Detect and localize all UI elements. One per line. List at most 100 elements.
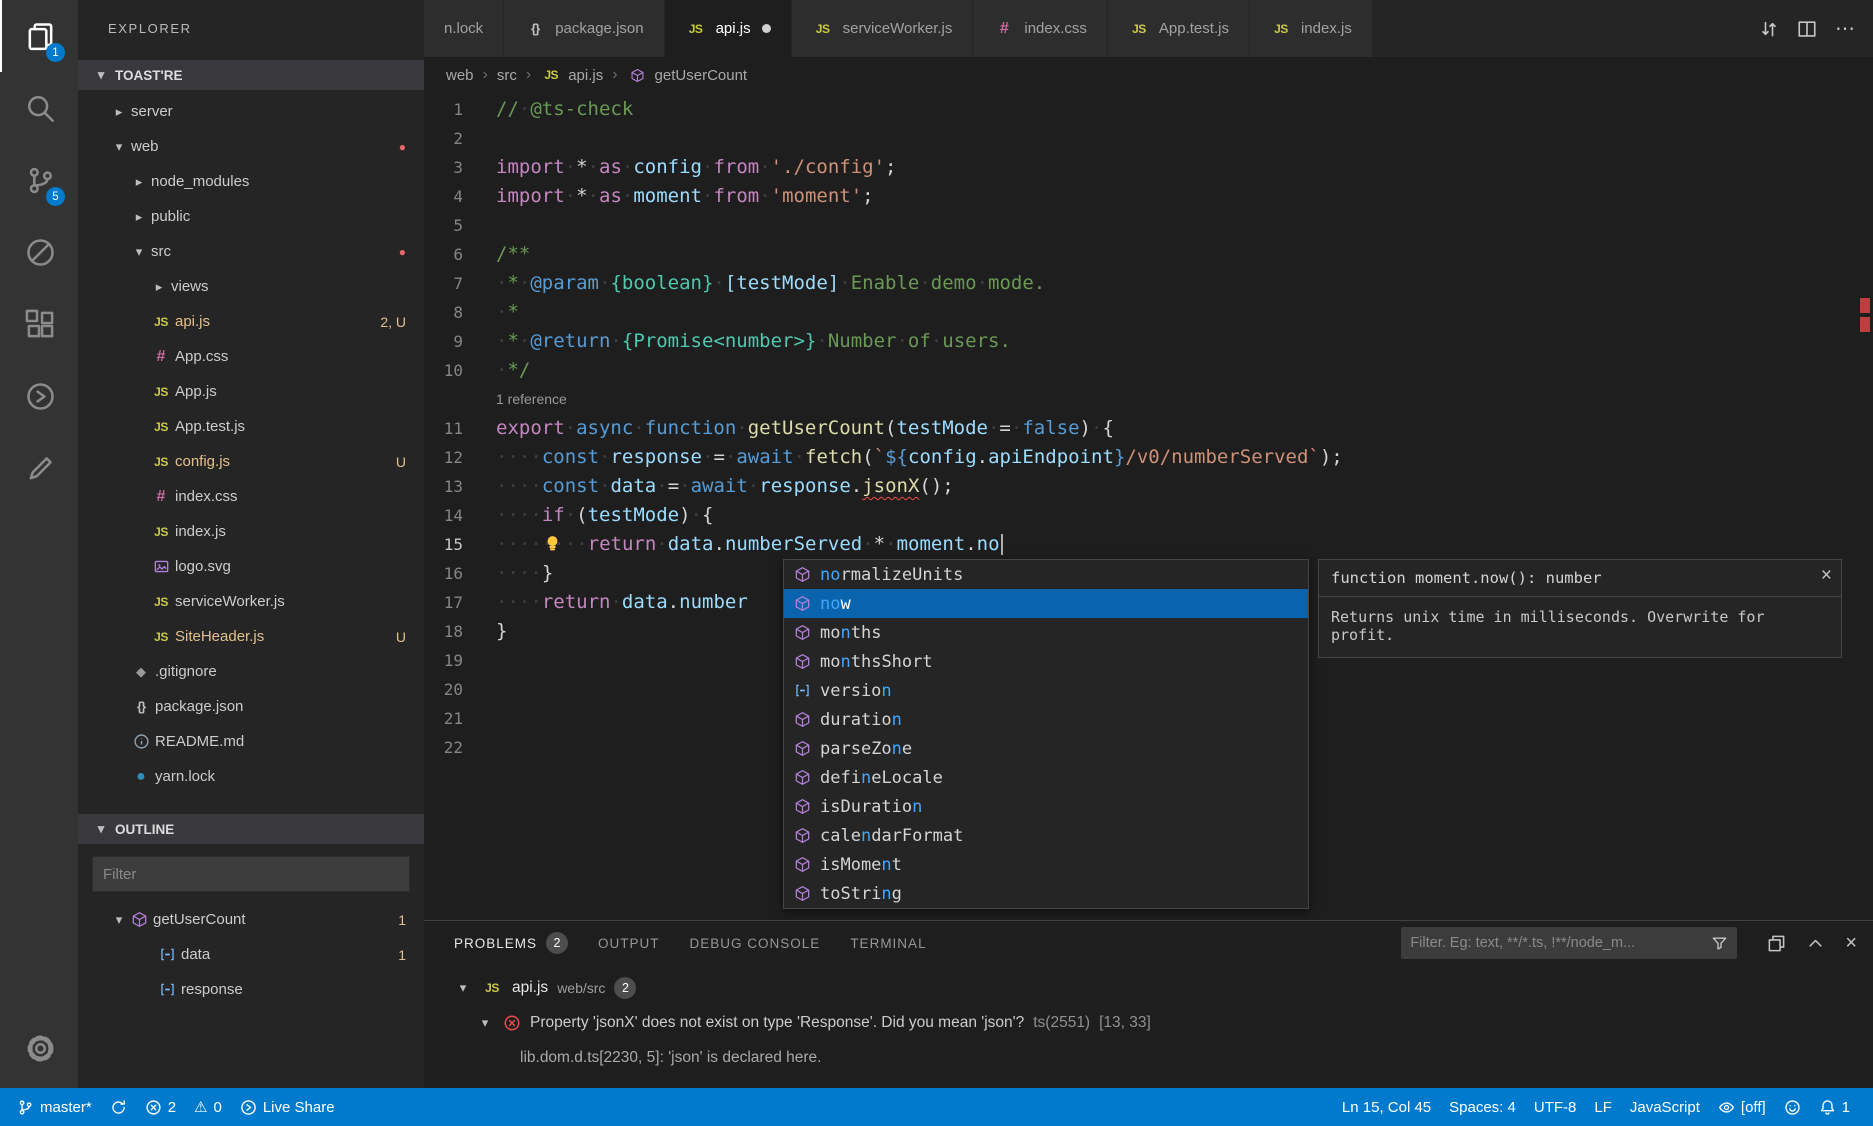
open-changes-button[interactable]: [1759, 19, 1779, 39]
activitybar-settings[interactable]: [0, 1012, 78, 1084]
code-line-14[interactable]: 14····if·(testMode)·{: [424, 501, 1873, 530]
outline-item-response[interactable]: response: [78, 972, 424, 1007]
tree-item-readme-md[interactable]: README.md: [78, 724, 424, 759]
code-line-12[interactable]: 12····const·response·=·await·fetch(`${co…: [424, 443, 1873, 472]
code-line-11[interactable]: 11export·async·function·getUserCount(tes…: [424, 414, 1873, 443]
code-line-3[interactable]: 3import·*·as·config·from·'./config';: [424, 153, 1873, 182]
activitybar-explorer[interactable]: 1: [0, 0, 78, 72]
code-line-1[interactable]: 1//·@ts-check: [424, 95, 1873, 124]
panel-tab-problems[interactable]: PROBLEMS2: [454, 932, 568, 954]
close-icon[interactable]: ×: [1821, 565, 1832, 587]
code-line-10[interactable]: 10·*/: [424, 356, 1873, 385]
status-live-share[interactable]: Live Share: [231, 1088, 344, 1126]
outline-section-header[interactable]: ▾ OUTLINE: [78, 814, 424, 844]
breadcrumb-api-js[interactable]: JSapi.js: [540, 67, 603, 84]
breadcrumb-src[interactable]: src: [497, 67, 517, 84]
status-feedback[interactable]: [1775, 1088, 1810, 1126]
panel-tab-output[interactable]: OUTPUT: [598, 936, 660, 951]
maximize-panel-button[interactable]: [1806, 934, 1825, 953]
activitybar-extensions[interactable]: [0, 288, 78, 360]
tree-item-public[interactable]: ▸public: [78, 199, 424, 234]
tab-index-js[interactable]: JSindex.js: [1250, 0, 1373, 57]
split-editor-button[interactable]: [1797, 19, 1817, 39]
suggestion-now[interactable]: now: [784, 589, 1308, 618]
more-actions-button[interactable]: ⋯: [1835, 19, 1855, 39]
dirty-indicator[interactable]: [762, 24, 771, 33]
suggestion-calendarformat[interactable]: calendarFormat: [784, 821, 1308, 850]
status-warnings[interactable]: ⚠0: [185, 1088, 231, 1126]
activitybar-search[interactable]: [0, 72, 78, 144]
tree-item-index-js[interactable]: JSindex.js: [78, 514, 424, 549]
close-panel-button[interactable]: ×: [1845, 933, 1857, 953]
panel-tab-terminal[interactable]: TERMINAL: [850, 936, 926, 951]
tree-item-yarn-lock[interactable]: ●yarn.lock: [78, 759, 424, 794]
tree-item-gitignore[interactable]: ◆.gitignore: [78, 654, 424, 689]
code-line-7[interactable]: 7·*·@param·{boolean}·[testMode]·Enable·d…: [424, 269, 1873, 298]
tree-item-node-modules[interactable]: ▸node_modules: [78, 164, 424, 199]
outline-filter-input[interactable]: [92, 856, 410, 892]
status-branch[interactable]: master*: [8, 1088, 101, 1126]
tree-item-app-css[interactable]: #App.css: [78, 339, 424, 374]
activitybar-source-control[interactable]: 5: [0, 144, 78, 216]
code-line-15[interactable]: 15········return·data.numberServed·*·mom…: [424, 530, 1873, 559]
tree-item-index-css[interactable]: #index.css: [78, 479, 424, 514]
tab-serviceworker-js[interactable]: JSserviceWorker.js: [792, 0, 974, 57]
code-line-5[interactable]: 5: [424, 211, 1873, 240]
tree-item-web[interactable]: ▾web●: [78, 129, 424, 164]
status-indentation[interactable]: Spaces: 4: [1440, 1088, 1525, 1126]
status-sync[interactable]: [101, 1088, 136, 1126]
outline-item-data[interactable]: data1: [78, 937, 424, 972]
codelens-references[interactable]: 1 reference: [496, 385, 567, 414]
code-line-6[interactable]: 6/**: [424, 240, 1873, 269]
suggestion-tostring[interactable]: toString: [784, 879, 1308, 908]
code-line-2[interactable]: 2: [424, 124, 1873, 153]
problem-related-info[interactable]: lib.dom.d.ts[2230, 5]: 'json' is declare…: [424, 1040, 1873, 1075]
suggestion-version[interactable]: version: [784, 676, 1308, 705]
suggestion-isduration[interactable]: isDuration: [784, 792, 1308, 821]
suggestion-months[interactable]: months: [784, 618, 1308, 647]
code-line-8[interactable]: 8·*: [424, 298, 1873, 327]
problems-filter-input[interactable]: [1410, 935, 1711, 951]
problem-file-api-js[interactable]: ▾JSapi.jsweb/src2: [424, 970, 1873, 1005]
status-errors[interactable]: 2: [136, 1088, 185, 1126]
workspace-section-header[interactable]: ▾ TOAST'RE: [78, 60, 424, 90]
code-line-9[interactable]: 9·*·@return·{Promise<number>}·Number·of·…: [424, 327, 1873, 356]
status-screencast-mode[interactable]: [off]: [1709, 1088, 1775, 1126]
outline-item-getusercount[interactable]: ▾getUserCount1: [78, 902, 424, 937]
tree-item-api-js[interactable]: JSapi.js2, U: [78, 304, 424, 339]
status-cursor-position[interactable]: Ln 15, Col 45: [1333, 1088, 1440, 1126]
activitybar-debug[interactable]: [0, 216, 78, 288]
activitybar-edit-session[interactable]: [0, 432, 78, 504]
suggestion-definelocale[interactable]: defineLocale: [784, 763, 1308, 792]
tree-item-package-json[interactable]: {}package.json: [78, 689, 424, 724]
tab-index-css[interactable]: #index.css: [973, 0, 1108, 57]
breadcrumb-web[interactable]: web: [446, 67, 474, 84]
activitybar-live-share[interactable]: [0, 360, 78, 432]
suggestion-parsezone[interactable]: parseZone: [784, 734, 1308, 763]
suggestion-duration[interactable]: duration: [784, 705, 1308, 734]
tree-item-siteheader-js[interactable]: JSSiteHeader.jsU: [78, 619, 424, 654]
breadcrumb-getusercount[interactable]: getUserCount: [627, 67, 748, 84]
status-language-mode[interactable]: JavaScript: [1621, 1088, 1709, 1126]
collapse-panels-button[interactable]: [1767, 934, 1786, 953]
status-notifications[interactable]: 1: [1810, 1088, 1859, 1126]
tab-api-js[interactable]: JSapi.js: [665, 0, 792, 57]
code-line-4[interactable]: 4import·*·as·moment·from·'moment';: [424, 182, 1873, 211]
tree-item-src[interactable]: ▾src●: [78, 234, 424, 269]
suggestion-monthsshort[interactable]: monthsShort: [784, 647, 1308, 676]
tree-item-logo-svg[interactable]: logo.svg: [78, 549, 424, 584]
tab-n-lock[interactable]: n.lock: [424, 0, 504, 57]
tree-item-server[interactable]: ▸server: [78, 94, 424, 129]
tree-item-views[interactable]: ▸views: [78, 269, 424, 304]
editor[interactable]: 1//·@ts-check23import·*·as·config·from·'…: [424, 93, 1873, 920]
status-eol[interactable]: LF: [1585, 1088, 1621, 1126]
panel-tab-debug-console[interactable]: DEBUG CONSOLE: [690, 936, 821, 951]
code-line-13[interactable]: 13····const·data·=·await·response.jsonX(…: [424, 472, 1873, 501]
tab-package-json[interactable]: {}package.json: [504, 0, 664, 57]
tree-item-serviceworker-js[interactable]: JSserviceWorker.js: [78, 584, 424, 619]
tab-app-test-js[interactable]: JSApp.test.js: [1108, 0, 1250, 57]
tree-item-app-js[interactable]: JSApp.js: [78, 374, 424, 409]
problem-item[interactable]: ▾Property 'jsonX' does not exist on type…: [424, 1005, 1873, 1040]
suggestion-ismoment[interactable]: isMoment: [784, 850, 1308, 879]
tree-item-app-test-js[interactable]: JSApp.test.js: [78, 409, 424, 444]
